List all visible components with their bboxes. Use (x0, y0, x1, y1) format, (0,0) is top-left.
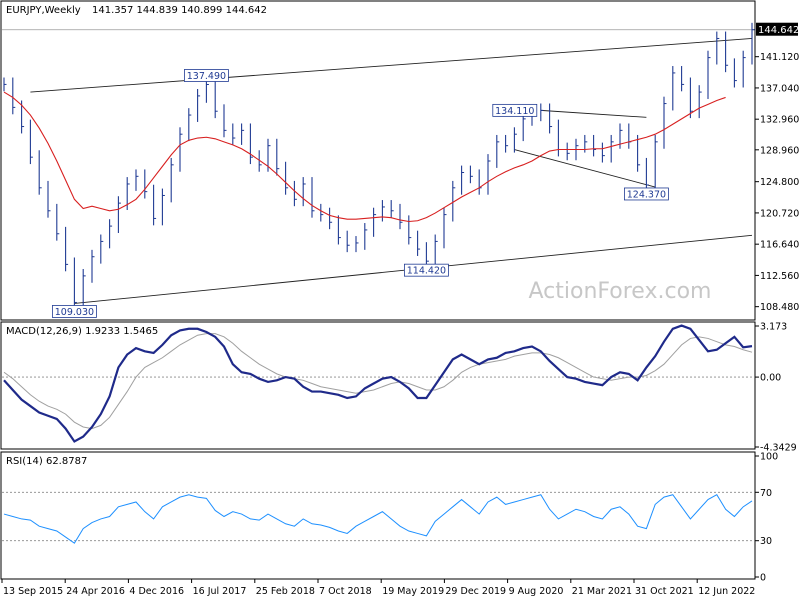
price-tick-label: 128.960 (760, 145, 799, 156)
rsi-tick-label: 100 (760, 452, 778, 463)
watermark-text: ActionForex.com (529, 279, 712, 304)
annotation-label: 134.110 (495, 106, 534, 117)
annotation-label: 114.420 (407, 266, 446, 277)
rsi-tick-label: 70 (760, 488, 772, 499)
x-tick-label: 29 Dec 2019 (445, 586, 506, 597)
macd-label: MACD(12,26,9) 1.9233 1.5465 (6, 326, 158, 337)
chart-title: EURJPY,Weekly (6, 5, 81, 16)
watermark-group: ActionForex.com (529, 279, 712, 304)
price-tick-label: 108.480 (760, 302, 799, 313)
x-tick-label: 25 Feb 2018 (256, 586, 315, 597)
rsi-tick-label: 0 (760, 573, 766, 584)
macd-panel-frame (0, 321, 756, 450)
x-tick-label: 13 Sep 2015 (3, 586, 63, 597)
last-price-tag: 144.642 (756, 22, 799, 36)
macd-tick-label: 0.00 (760, 373, 781, 384)
rsi-panel-frame (0, 451, 756, 580)
x-axis: 13 Sep 2015 24 Apr 2016 4 Dec 2016 16 Jul 2… (1, 579, 755, 597)
x-tick-label: 12 Jun 2022 (698, 586, 755, 597)
price-tick-label: 116.640 (760, 240, 799, 251)
price-tick-label: 112.560 (760, 271, 799, 282)
x-tick-label: 31 Oct 2021 (635, 586, 694, 597)
x-tick-label: 9 Aug 2020 (509, 586, 564, 597)
x-tick-label: 21 Mar 2021 (572, 586, 632, 597)
rsi-label: RSI(14) 62.8787 (6, 456, 87, 467)
annotation-label: 109.030 (55, 307, 94, 318)
rsi-tick-label: 30 (760, 536, 772, 547)
last-price-label: 144.642 (758, 25, 799, 36)
chart-root: ActionForex.com 108.480 112.560 116.640 120… (0, 0, 800, 600)
annotation-label: 124.370 (627, 189, 666, 200)
price-tick-label: 124.800 (760, 177, 799, 188)
price-tick-label: 132.960 (760, 115, 799, 126)
x-tick-label: 19 May 2019 (382, 586, 444, 597)
x-tick-label: 7 Oct 2018 (319, 586, 372, 597)
x-tick-label: 16 Jul 2017 (193, 586, 247, 597)
price-tick-label: 141.120 (760, 52, 799, 63)
price-panel-frame (0, 0, 756, 321)
macd-tick-label: 3.173 (760, 322, 787, 333)
price-tick-label: 137.040 (760, 83, 799, 94)
eurjpy-weekly-chart: ActionForex.com 108.480 112.560 116.640 120… (0, 0, 799, 597)
ohlc-values: 141.357 144.839 140.899 144.642 (92, 5, 267, 16)
price-tick-label: 120.720 (760, 208, 799, 219)
annotation-label: 137.490 (187, 71, 226, 82)
x-tick-label: 24 Apr 2016 (66, 586, 125, 597)
x-tick-label: 4 Dec 2016 (129, 586, 184, 597)
